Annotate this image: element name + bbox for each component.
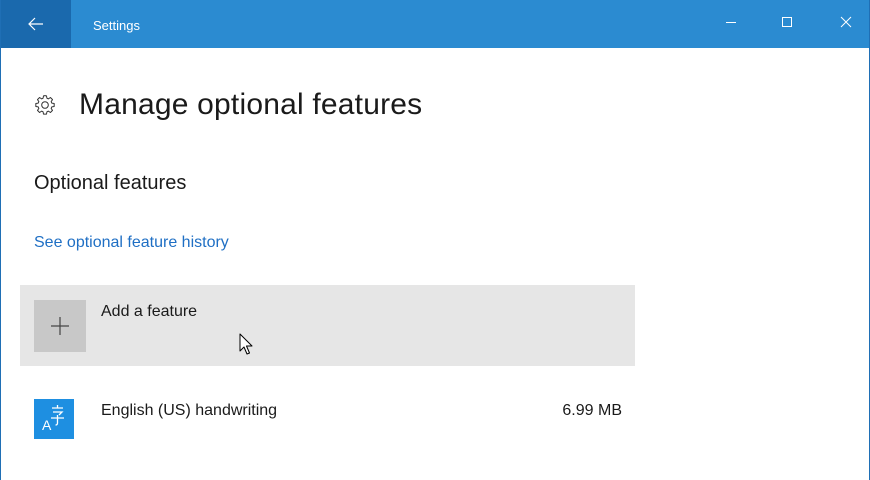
close-button[interactable] [823, 0, 869, 48]
title-bar: Settings [1, 0, 869, 48]
mouse-cursor-icon [239, 333, 255, 362]
minimize-button[interactable] [708, 0, 754, 48]
feature-size: 6.99 MB [562, 402, 622, 419]
back-button[interactable] [1, 0, 71, 48]
settings-window: Settings Manage optional features Option… [0, 0, 870, 480]
language-icon: A [34, 399, 74, 439]
section-heading: Optional features [34, 172, 187, 194]
maximize-icon [781, 15, 793, 33]
feature-name: English (US) handwriting [101, 402, 278, 419]
page-header: Manage optional features [34, 80, 422, 130]
gear-icon [34, 94, 56, 116]
minimize-icon [725, 15, 737, 33]
plus-icon [34, 300, 86, 352]
add-feature-button[interactable]: Add a feature [20, 285, 635, 366]
feature-history-link[interactable]: See optional feature history [34, 234, 229, 252]
back-arrow-icon [28, 17, 44, 31]
maximize-button[interactable] [764, 0, 810, 48]
svg-text:A: A [42, 417, 52, 433]
close-icon [840, 15, 852, 33]
window-title: Settings [93, 18, 140, 33]
page-title: Manage optional features [79, 88, 423, 121]
add-feature-label: Add a feature [101, 303, 198, 320]
feature-item[interactable]: A English (US) handwriting 6.99 MB [20, 385, 635, 465]
